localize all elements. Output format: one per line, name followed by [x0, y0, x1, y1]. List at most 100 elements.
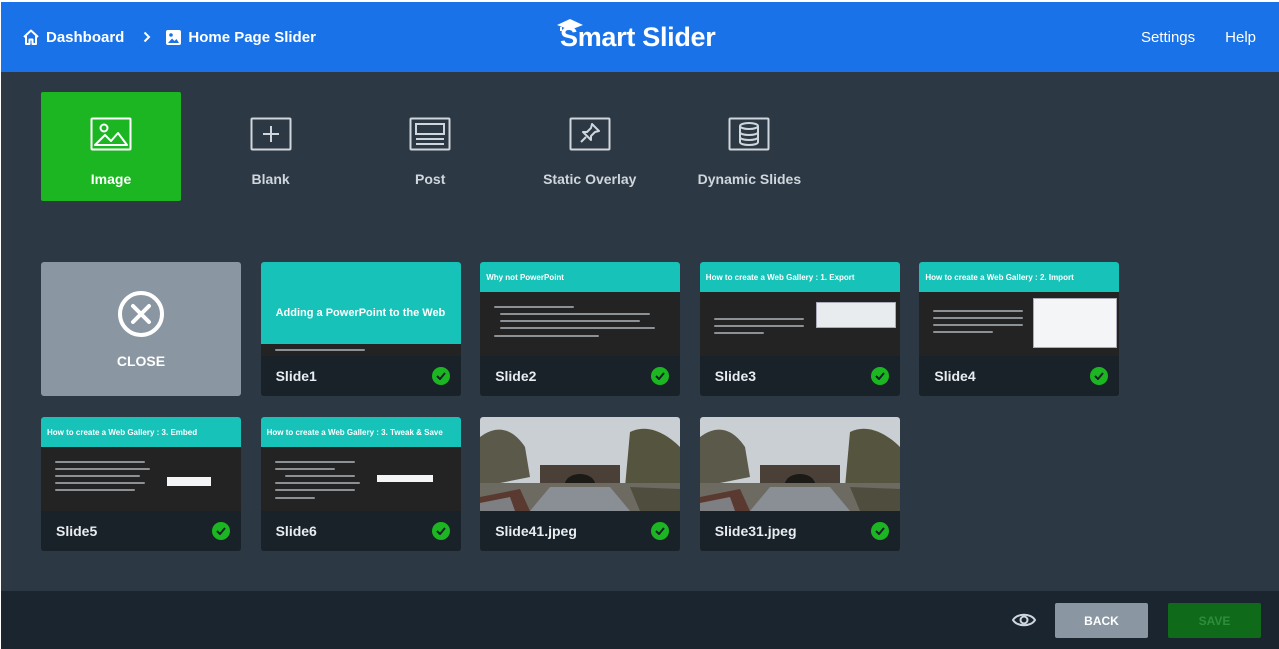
slide-card[interactable]: How to create a Web Gallery : 2. Import … [919, 262, 1120, 396]
text-line [500, 313, 651, 315]
slide-type-image-label: Image [90, 171, 132, 187]
slide-card[interactable]: Slide41.jpeg [480, 416, 681, 551]
slide-type-toolbar: Image Blank Post Static Overlay Dynamic … [41, 92, 839, 201]
check-icon[interactable] [651, 367, 670, 385]
check-icon[interactable] [1090, 367, 1109, 385]
text-line [274, 496, 315, 499]
text-line [274, 349, 365, 351]
slide-thumbnail: How to create a Web Gallery : 3. Tweak &… [260, 416, 461, 511]
smart-slider-logo: Smart Slider [556, 18, 716, 56]
save-button[interactable]: SAVE [1168, 603, 1261, 638]
text-line [55, 474, 140, 477]
slide-thumbnail-body [260, 446, 461, 511]
breadcrumb-home-page-slider[interactable]: Home Page Slider [165, 29, 316, 46]
check-icon[interactable] [870, 367, 889, 385]
text-line [274, 481, 360, 484]
screenshot-inset [1033, 298, 1118, 348]
slide-card-footer: Slide1 [260, 356, 461, 396]
text-line [713, 325, 804, 327]
check-icon[interactable] [431, 521, 450, 540]
check-icon[interactable] [212, 521, 230, 540]
slide-thumbnail-heading: How to create a Web Gallery : 2. Import [919, 262, 1120, 297]
slide-name: Slide1 [275, 368, 317, 384]
slide-thumbnail-body [699, 292, 900, 356]
slide-thumbnail: How to create a Web Gallery : 1. Export [699, 262, 900, 356]
slide-type-dynamic-slides[interactable]: Dynamic Slides [679, 92, 819, 201]
breadcrumb-dashboard[interactable]: Dashboard [22, 28, 124, 46]
screenshot-inset [376, 474, 433, 482]
text-line [933, 324, 1024, 326]
canal-bridge-photo [699, 416, 900, 511]
text-line [500, 327, 656, 329]
main-panel: Image Blank Post Static Overlay Dynamic … [1, 72, 1279, 591]
slide-thumbnail-body [41, 446, 241, 511]
text-line [713, 332, 764, 334]
slide-type-post[interactable]: Post [360, 92, 500, 201]
post-icon [409, 116, 451, 152]
check-icon[interactable] [651, 521, 670, 540]
text-line [274, 460, 355, 463]
slide-name: Slide4 [934, 368, 976, 384]
image-icon [165, 29, 182, 46]
slide-card-footer: Slide41.jpeg [480, 510, 681, 551]
text-line [274, 467, 335, 470]
home-icon [22, 28, 40, 46]
canal-bridge-photo [480, 416, 681, 511]
text-line [713, 318, 804, 320]
text-line [933, 331, 994, 333]
slide-thumbnail: How to create a Web Gallery : 2. Import [919, 262, 1120, 356]
text-line [933, 310, 1024, 312]
plus-square-icon [250, 116, 292, 152]
slide-card[interactable]: Adding a PowerPoint to the Web Slide1 [260, 262, 461, 396]
pin-icon [569, 116, 611, 152]
chevron-right-icon [143, 31, 151, 43]
slide-type-static-overlay[interactable]: Static Overlay [520, 92, 660, 201]
slide-thumbnail-heading: Why not PowerPoint [480, 262, 681, 297]
settings-link[interactable]: Settings [1141, 29, 1195, 46]
text-line [494, 306, 575, 308]
slide-type-post-label: Post [415, 171, 446, 187]
slide-card-footer: Slide5 [41, 510, 241, 551]
slide-thumbnail-heading: How to create a Web Gallery : 3. Tweak &… [260, 416, 461, 452]
slide-card-footer: Slide3 [699, 356, 900, 396]
slide-thumbnail: Why not PowerPoint [480, 262, 681, 356]
slide-name: Slide6 [275, 522, 317, 539]
graduation-cap-icon [557, 19, 583, 31]
text-line [55, 488, 135, 491]
image-icon [90, 116, 132, 152]
slide-card[interactable]: How to create a Web Gallery : 1. Export … [699, 262, 900, 396]
slide-name: Slide41.jpeg [495, 522, 577, 539]
text-line [500, 320, 641, 322]
top-bar: Dashboard Home Page Slider Smart Slider … [1, 2, 1279, 72]
back-button[interactable]: BACK [1055, 603, 1148, 638]
slide-card[interactable]: How to create a Web Gallery : 3. Embed S… [41, 416, 241, 551]
text-line [55, 467, 150, 470]
slide-thumbnail-body [480, 292, 681, 356]
slide-thumbnail-heading: Adding a PowerPoint to the Web [260, 262, 461, 344]
close-label: CLOSE [116, 352, 166, 369]
close-button[interactable]: CLOSE [41, 262, 241, 396]
check-icon[interactable] [870, 521, 889, 540]
slide-name: Slide2 [495, 368, 537, 384]
slide-thumbnail-photo [480, 416, 681, 511]
slide-type-blank[interactable]: Blank [201, 92, 341, 201]
screenshot-inset [815, 302, 896, 328]
slide-type-blank-label: Blank [251, 171, 290, 187]
slide-card-footer: Slide31.jpeg [699, 510, 900, 551]
slide-name: Slide31.jpeg [714, 522, 797, 539]
slide-type-image[interactable]: Image [41, 92, 181, 201]
slide-card[interactable]: Slide31.jpeg [699, 416, 900, 551]
slide-card[interactable]: Why not PowerPoint Slide2 [480, 262, 681, 396]
database-icon [728, 116, 770, 152]
top-links: Settings Help [1141, 2, 1256, 72]
slide-thumbnail-subtitle [260, 344, 461, 356]
slide-card[interactable]: How to create a Web Gallery : 3. Tweak &… [260, 416, 461, 551]
breadcrumb: Dashboard Home Page Slider [22, 2, 316, 72]
slide-thumbnail-heading: How to create a Web Gallery : 1. Export [699, 262, 900, 297]
check-icon[interactable] [431, 367, 450, 385]
text-line [274, 488, 355, 491]
eye-icon[interactable] [1011, 607, 1037, 638]
text-line [284, 474, 355, 477]
help-link[interactable]: Help [1225, 29, 1256, 46]
slide-name: Slide3 [714, 368, 757, 384]
